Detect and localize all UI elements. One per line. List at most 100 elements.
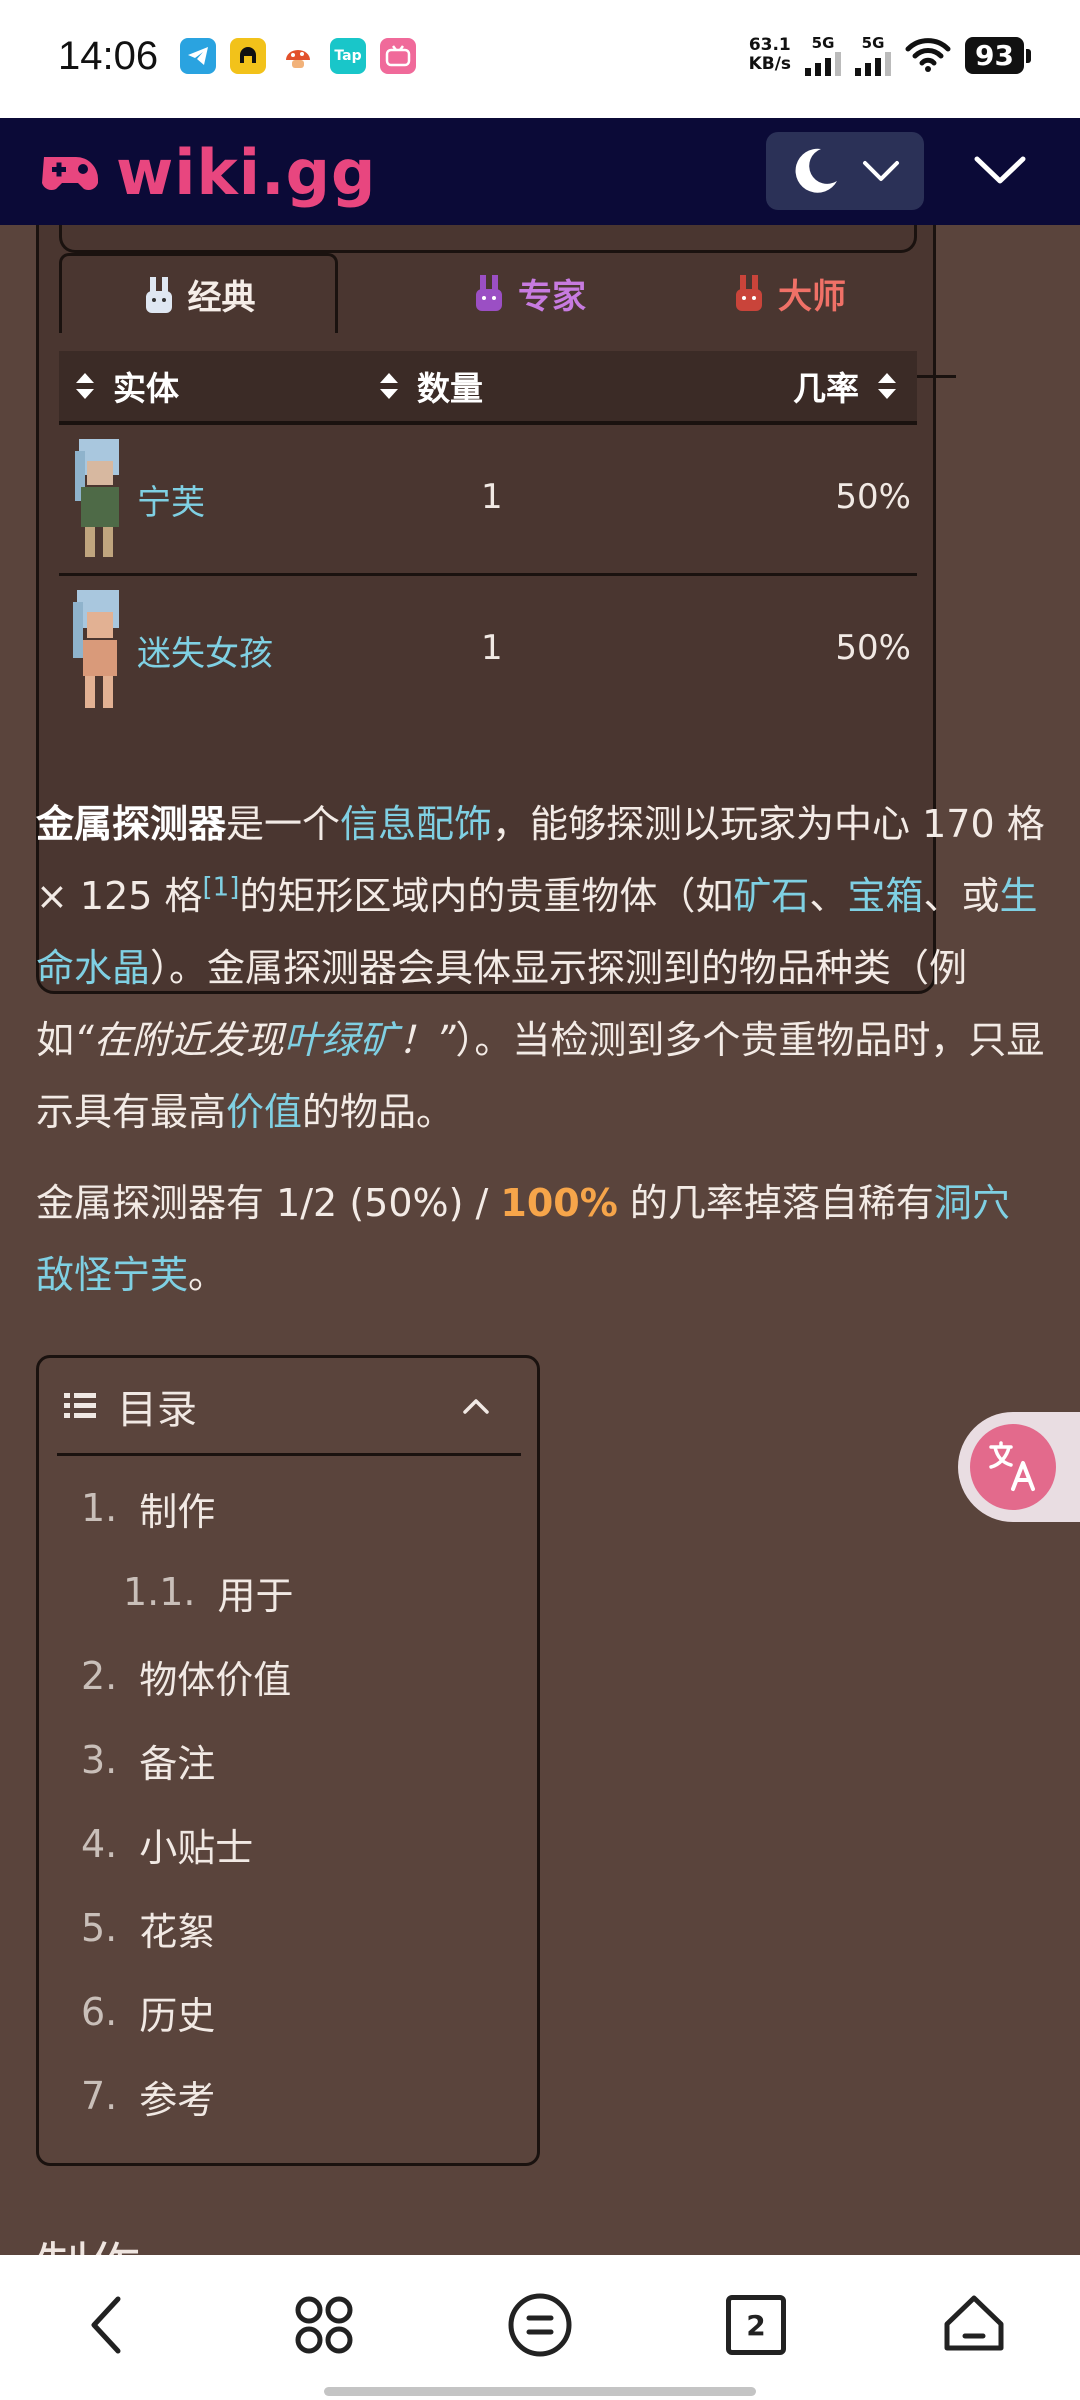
tabs-button[interactable]: 2 (716, 2285, 796, 2365)
table-row: 迷失女孩 1 50% (59, 573, 917, 721)
column-chance: 几率 (793, 369, 859, 408)
toc-item-trivia[interactable]: 5. 花絮 (81, 1886, 294, 1970)
net-speed: 63.1 KB/s (748, 35, 792, 74)
toc-list: 1. 制作 1.1. 用于 2. 物体价值 3. 备注 4. 小贴士 5. 花絮 6. 历史 … (81, 1466, 294, 2138)
quantity-value: 1 (481, 628, 503, 668)
bunny-icon (736, 275, 762, 311)
menu-toggle-button[interactable] (960, 140, 1040, 200)
tab-expert-label: 专家 (518, 276, 586, 317)
text-span: 、 (809, 874, 848, 918)
chevron-up-icon[interactable] (461, 1396, 491, 1416)
translate-icon (989, 1441, 1035, 1491)
tab-classic[interactable]: 经典 (59, 253, 338, 333)
quote-text: “在附近发现 (74, 1018, 284, 1062)
toc-item-notes[interactable]: 3. 备注 (81, 1718, 294, 1802)
home-icon (944, 2295, 1004, 2351)
tabs-icon: 2 (726, 2295, 786, 2355)
tab-master-label: 大师 (778, 276, 846, 317)
status-bar: 14:06 Tap 63.1 KB/s 5G 5G 93 (0, 0, 1080, 118)
bunny-icon (476, 275, 502, 311)
chance-value: 50% (835, 628, 911, 668)
apps-button[interactable] (284, 2285, 364, 2365)
reference-link[interactable]: [1] (203, 872, 240, 902)
game-icon (230, 38, 266, 74)
home-button[interactable] (934, 2285, 1014, 2365)
taptap-icon: Tap (330, 38, 366, 74)
wiki-header: wiki.gg (0, 118, 1080, 225)
chance-value: 50% (835, 477, 911, 517)
accessory-link[interactable]: 信息配饰 (340, 802, 492, 846)
quantity-value: 1 (481, 477, 503, 517)
text-span: 、或 (923, 874, 1000, 918)
toc-item-references[interactable]: 7. 参考 (81, 2054, 294, 2138)
text-span: 是一个 (226, 802, 341, 846)
text-span: 。 (188, 1253, 227, 1297)
moon-icon (795, 148, 837, 193)
bilibili-icon (380, 38, 416, 74)
battery-indicator: 93 (965, 36, 1031, 74)
menu-icon (508, 2293, 572, 2357)
back-button[interactable] (66, 2285, 146, 2365)
tab-classic-label: 经典 (187, 278, 256, 318)
toc-item-value[interactable]: 2. 物体价值 (81, 1634, 294, 1718)
browser-bottom-nav: 2 (0, 2255, 1080, 2400)
table-row: 宁芙 1 50% (59, 425, 917, 573)
tab-expert[interactable]: 专家 (399, 253, 659, 333)
entity-link[interactable]: 迷失女孩 (137, 626, 273, 675)
nymph-sprite-icon (75, 439, 119, 557)
sort-chance-header[interactable]: 几率 (793, 362, 897, 410)
wifi-icon (905, 38, 951, 72)
signal-sim2-icon: 5G (855, 34, 892, 76)
status-time: 14:06 (58, 34, 159, 78)
drop-table: 实体 数量 几率 宁芙 1 50% 迷失女孩 1 50% (59, 351, 917, 721)
list-icon (64, 1392, 96, 1418)
toc-item-tips[interactable]: 4. 小贴士 (81, 1802, 294, 1886)
description-paragraph: 金属探测器是一个信息配饰，能够探测以玩家为中心 170 格 × 125 格[1]… (36, 788, 1046, 1148)
notification-icons: Tap (180, 38, 416, 74)
sort-entity-header[interactable]: 实体 (75, 362, 179, 410)
sort-icon (878, 373, 896, 399)
sort-qty-header[interactable]: 数量 (379, 362, 483, 410)
toc-title: 目录 (117, 1386, 197, 1433)
logo-text: wiki.gg (116, 136, 377, 209)
chevron-down-icon (863, 161, 899, 181)
telegram-icon (180, 38, 216, 74)
article-content: 经典 专家 大师 实体 数量 几率 宁芙 1 50% 迷失女孩 1 50% 金属… (0, 225, 1080, 2255)
item-name: 金属探测器 (36, 802, 227, 846)
gesture-bar (324, 2387, 756, 2396)
translate-button[interactable] (958, 1412, 1080, 1522)
text-span: 金属探测器有 1/2 (50%) / (36, 1181, 501, 1225)
quote-text: ！” (397, 1018, 456, 1062)
chest-link[interactable]: 宝箱 (847, 874, 923, 918)
difficulty-tabs: 经典 专家 大师 (59, 253, 956, 378)
drop-paragraph: 金属探测器有 1/2 (50%) / 100% 的几率掉落自稀有洞穴敌怪宁芙。 (36, 1167, 1046, 1311)
tab-master[interactable]: 大师 (659, 253, 919, 333)
table-of-contents: 目录 1. 制作 1.1. 用于 2. 物体价值 3. 备注 4. 小贴士 5. 花絮 6.… (36, 1355, 540, 2166)
toc-item-used-in[interactable]: 1.1. 用于 (81, 1550, 294, 1634)
chevron-down-icon (974, 156, 1026, 184)
wiki-logo[interactable]: wiki.gg (36, 136, 376, 209)
chlorophyte-link[interactable]: 叶绿矿 (284, 1018, 398, 1062)
table-header: 实体 数量 几率 (59, 351, 917, 421)
mushroom-icon (280, 38, 316, 74)
signal-sim1-icon: 5G (805, 34, 842, 76)
toc-item-crafting[interactable]: 1. 制作 (81, 1466, 294, 1550)
infobox-top-section (59, 225, 917, 253)
master-chance-highlight: 100% (500, 1181, 618, 1225)
ore-link[interactable]: 矿石 (733, 874, 809, 918)
apps-icon (295, 2296, 353, 2354)
column-entity: 实体 (113, 369, 179, 408)
column-quantity: 数量 (417, 369, 483, 408)
value-link[interactable]: 价值 (226, 1090, 302, 1134)
text-span: 的几率掉落自稀有 (617, 1181, 934, 1225)
back-icon (91, 2296, 121, 2354)
menu-button[interactable] (500, 2285, 580, 2365)
sort-icon (380, 373, 398, 399)
toc-header[interactable]: 目录 (57, 1358, 521, 1456)
bunny-icon (145, 276, 172, 313)
text-span: 的矩形区域内的贵重物体（如 (239, 874, 734, 918)
gamepad-logo-icon (42, 156, 98, 190)
entity-link[interactable]: 宁芙 (137, 475, 205, 524)
toc-item-history[interactable]: 6. 历史 (81, 1970, 294, 2054)
theme-toggle-button[interactable] (766, 132, 924, 210)
